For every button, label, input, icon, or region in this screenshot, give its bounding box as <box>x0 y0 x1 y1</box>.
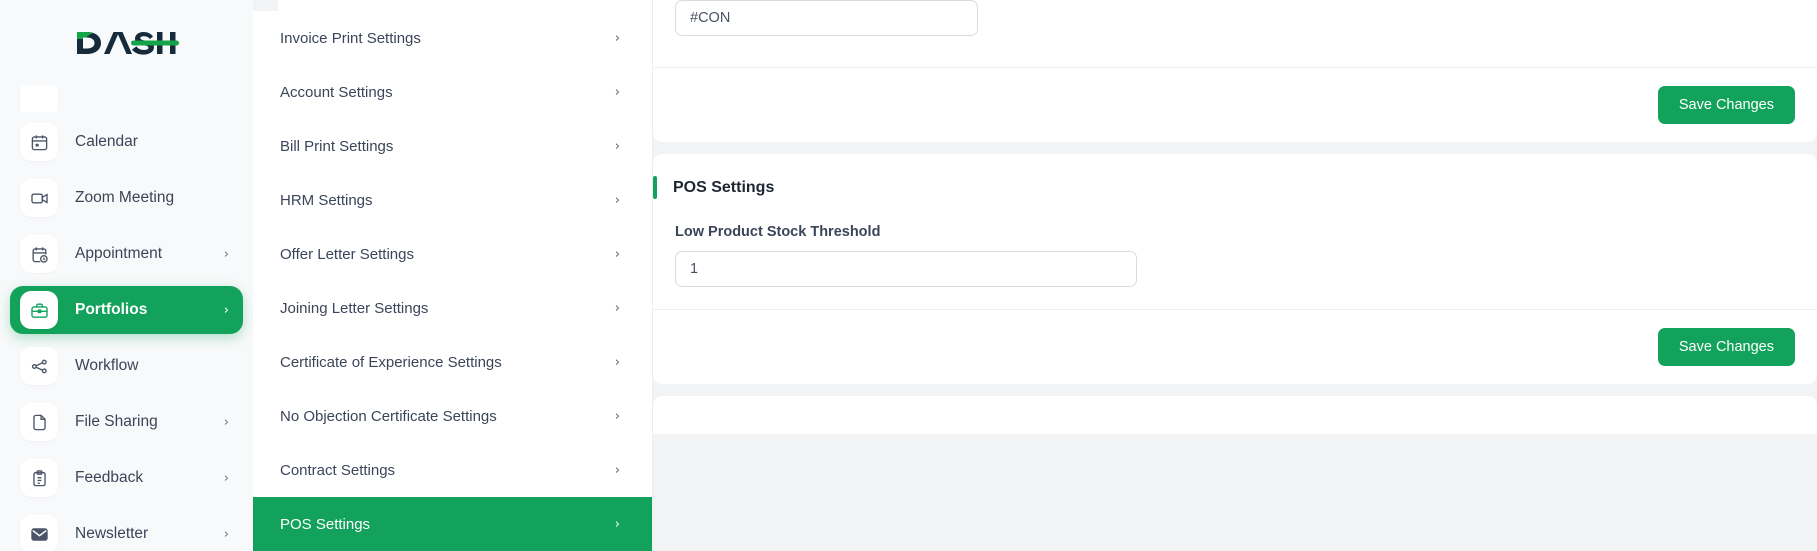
settings-item-account-settings[interactable]: Account Settings › <box>253 65 652 119</box>
sidebar-item-label: Zoom Meeting <box>75 189 229 207</box>
settings-item-no-objection-certificate-settings[interactable]: No Objection Certificate Settings › <box>253 389 652 443</box>
settings-item-label: Bill Print Settings <box>280 138 615 155</box>
file-icon <box>20 403 58 441</box>
chevron-right-icon: › <box>615 139 620 154</box>
pos-settings-body: Low Product Stock Threshold 1 <box>653 199 1817 309</box>
pos-settings-card: POS Settings Low Product Stock Threshold… <box>653 154 1817 384</box>
sidebar-item-newsletter[interactable]: Newsletter › <box>10 510 243 551</box>
low-stock-threshold-label: Low Product Stock Threshold <box>675 224 1795 240</box>
chevron-right-icon: › <box>615 31 620 46</box>
settings-menu-panel: Invoice Print Settings › Account Setting… <box>253 0 653 551</box>
pos-card-footer: Save Changes <box>653 310 1817 384</box>
contract-card-footer: Save Changes <box>653 68 1817 142</box>
settings-item-label: Offer Letter Settings <box>280 246 615 263</box>
settings-item-contract-settings[interactable]: Contract Settings › <box>253 443 652 497</box>
settings-item-offer-letter-settings[interactable]: Offer Letter Settings › <box>253 227 652 281</box>
calendar-clock-icon <box>20 235 58 273</box>
chevron-right-icon: › <box>615 463 620 478</box>
chevron-right-icon: › <box>615 517 620 532</box>
sidebar-item-zoom-meeting[interactable]: Zoom Meeting <box>10 174 243 222</box>
settings-item-certificate-of-experience-settings[interactable]: Certificate of Experience Settings › <box>253 335 652 389</box>
settings-item-bill-print-settings[interactable]: Bill Print Settings › <box>253 119 652 173</box>
sidebar-item-label: Feedback <box>75 469 224 487</box>
sidebar-item-feedback[interactable]: Feedback › <box>10 454 243 502</box>
chevron-right-icon: › <box>615 301 620 316</box>
settings-item-label: Contract Settings <box>280 462 615 479</box>
chevron-right-icon: › <box>615 193 620 208</box>
settings-item-label: Account Settings <box>280 84 615 101</box>
dash-logo-icon <box>73 26 181 60</box>
sidebar-item-appointment[interactable]: Appointment › <box>10 230 243 278</box>
chevron-right-icon: › <box>615 247 620 262</box>
calendar-icon <box>20 123 58 161</box>
envelope-icon <box>20 515 58 551</box>
settings-menu-list: Invoice Print Settings › Account Setting… <box>253 0 652 551</box>
partial-icon <box>20 86 58 112</box>
chevron-right-icon: › <box>615 85 620 100</box>
settings-item-label: No Objection Certificate Settings <box>280 408 615 425</box>
sidebar-item-workflow[interactable]: Workflow <box>10 342 243 390</box>
share-nodes-icon <box>20 347 58 385</box>
contract-settings-card: #CON Save Changes <box>653 0 1817 142</box>
settings-item-joining-letter-settings[interactable]: Joining Letter Settings › <box>253 281 652 335</box>
sidebar-item-partial-above[interactable] <box>10 86 243 112</box>
settings-item-label: POS Settings <box>280 516 615 533</box>
save-changes-button[interactable]: Save Changes <box>1658 328 1795 366</box>
video-camera-icon <box>20 179 58 217</box>
settings-item-pos-settings[interactable]: POS Settings › <box>253 497 652 551</box>
settings-item-invoice-print-settings[interactable]: Invoice Print Settings › <box>253 11 652 65</box>
sidebar-item-label: Calendar <box>75 133 229 151</box>
chevron-right-icon: › <box>615 355 620 370</box>
brand-logo[interactable] <box>0 0 253 86</box>
settings-item-label: Joining Letter Settings <box>280 300 615 317</box>
settings-item-label: Certificate of Experience Settings <box>280 354 615 371</box>
left-sidebar: Calendar Zoom Meeting Appointment › <box>0 0 253 551</box>
main-content: #CON Save Changes POS Settings Low Produ… <box>653 0 1817 551</box>
sidebar-item-file-sharing[interactable]: File Sharing › <box>10 398 243 446</box>
sidebar-nav: Calendar Zoom Meeting Appointment › <box>0 86 253 551</box>
settings-item-label: Invoice Print Settings <box>280 30 615 47</box>
sidebar-item-label: Workflow <box>75 357 229 375</box>
pos-settings-title: POS Settings <box>673 179 774 197</box>
save-changes-button[interactable]: Save Changes <box>1658 86 1795 124</box>
pos-settings-header: POS Settings <box>653 154 1817 199</box>
sidebar-item-label: File Sharing <box>75 413 224 431</box>
app-root: Calendar Zoom Meeting Appointment › <box>0 0 1817 551</box>
chevron-right-icon: › <box>224 416 229 429</box>
sidebar-item-calendar[interactable]: Calendar <box>10 118 243 166</box>
sidebar-item-label: Portfolios <box>75 301 224 319</box>
sidebar-item-label: Appointment <box>75 245 224 263</box>
sidebar-item-portfolios[interactable]: Portfolios › <box>10 286 243 334</box>
chevron-right-icon: › <box>615 409 620 424</box>
sidebar-item-label: Newsletter <box>75 525 224 543</box>
clipboard-icon <box>20 459 58 497</box>
contract-prefix-input[interactable]: #CON <box>675 0 978 36</box>
low-stock-threshold-input[interactable]: 1 <box>675 251 1137 287</box>
chevron-right-icon: › <box>224 304 229 317</box>
chevron-right-icon: › <box>224 528 229 541</box>
section-accent-bar <box>653 176 657 199</box>
settings-item-hrm-settings[interactable]: HRM Settings › <box>253 173 652 227</box>
contract-prefix-field-wrap: #CON <box>653 0 1817 36</box>
chevron-right-icon: › <box>224 472 229 485</box>
chevron-right-icon: › <box>224 248 229 261</box>
settings-item-label: HRM Settings <box>280 192 615 209</box>
next-settings-card-partial <box>653 396 1817 434</box>
briefcase-icon <box>20 291 58 329</box>
